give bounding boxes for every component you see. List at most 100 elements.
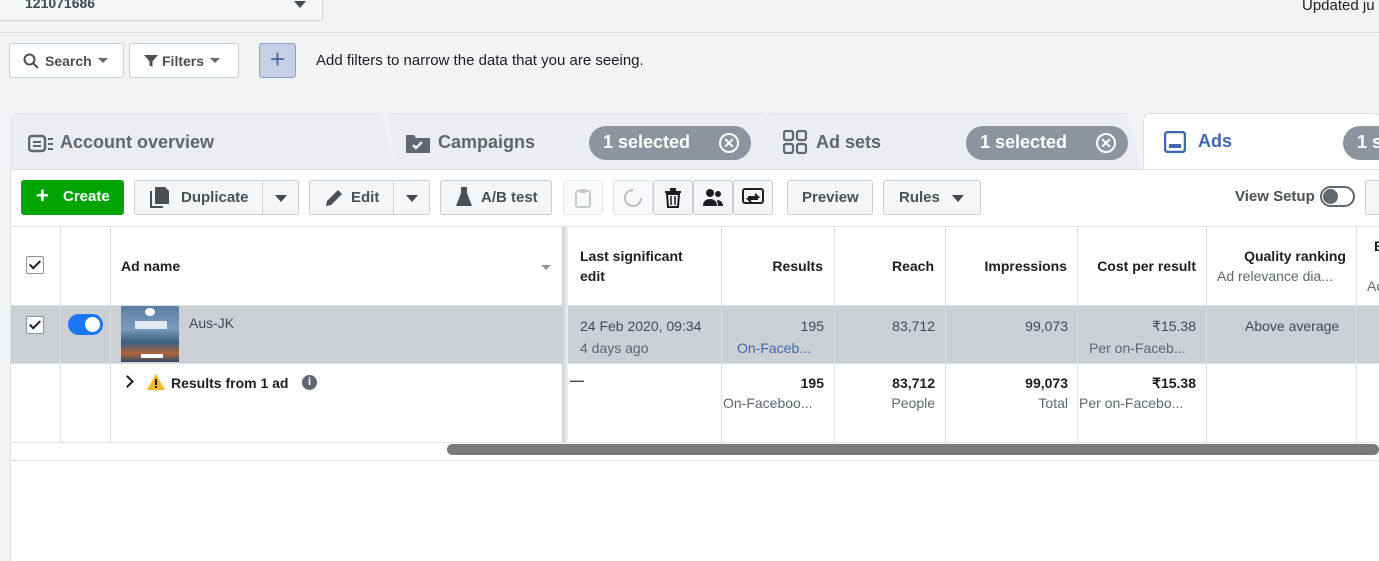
trash-icon [665, 187, 681, 208]
divider [721, 226, 722, 442]
column-header-quality-ranking[interactable]: Quality ranking [1244, 248, 1346, 264]
tab-label: Ads [1198, 131, 1233, 151]
audience-button[interactable] [693, 180, 733, 215]
filters-button[interactable]: Filters [129, 43, 239, 78]
cost-value: ₹15.38 [1152, 318, 1196, 334]
close-icon[interactable]: ✕ [719, 133, 739, 153]
ad-name[interactable]: Aus-JK [189, 315, 234, 331]
rules-label: Rules [899, 189, 940, 206]
row-checkbox[interactable] [26, 316, 44, 334]
selected-pill[interactable]: 1 selected ✕ [966, 126, 1128, 160]
compare-button[interactable] [733, 180, 773, 215]
ab-test-button[interactable]: A/B test [440, 180, 552, 215]
chevron-down-icon [210, 58, 221, 63]
search-icon [23, 53, 39, 69]
filters-label: Filters [162, 52, 205, 69]
ad-status-toggle[interactable] [68, 314, 103, 335]
divider [10, 460, 1379, 461]
compare-icon [742, 187, 764, 204]
selected-pill[interactable]: 1 s [1343, 126, 1379, 160]
select-all-checkbox[interactable] [26, 256, 44, 274]
summary-impressions-type: Total [1038, 395, 1068, 411]
frozen-column-divider [562, 226, 568, 443]
preview-label: Preview [802, 189, 859, 206]
tab-ad-sets[interactable]: Ad sets 1 selected ✕ [765, 113, 1142, 170]
toolbar-overflow-button[interactable] [1365, 180, 1379, 215]
divider [1077, 226, 1078, 442]
column-header-ad-name[interactable]: Ad name [121, 258, 180, 274]
selected-count: 1 s [1357, 132, 1379, 152]
divider [0, 32, 1379, 33]
divider [1356, 226, 1357, 442]
account-overview-icon [28, 134, 53, 153]
search-button[interactable]: Search [9, 43, 124, 78]
column-header-results[interactable]: Results [772, 258, 823, 274]
summary-reach-type: People [891, 395, 935, 411]
summary-impressions: 99,073 [1025, 375, 1068, 391]
horizontal-scrollbar[interactable] [447, 444, 1379, 455]
tab-account-overview[interactable]: Account overview [11, 113, 396, 170]
clipboard-icon [575, 188, 591, 208]
divider [1206, 226, 1207, 442]
summary-results: 195 [800, 375, 824, 391]
pencil-icon [326, 190, 342, 206]
last-edit-date: 24 Feb 2020, 09:34 [580, 318, 702, 334]
close-icon[interactable]: ✕ [1096, 133, 1116, 153]
tab-label: Ad sets [816, 132, 882, 152]
ab-test-label: A/B test [481, 189, 538, 206]
results-value: 195 [800, 318, 824, 334]
delete-button[interactable] [653, 180, 693, 215]
column-subheader-cut: Ac [1367, 278, 1379, 294]
column-header-last-edit[interactable]: Last significant [580, 248, 683, 264]
chevron-down-icon[interactable] [406, 195, 418, 202]
divider [110, 226, 111, 442]
column-subheader-quality: Ad relevance dia... [1217, 268, 1333, 284]
summary-cost: ₹15.38 [1152, 375, 1196, 391]
add-filter-button[interactable]: + [259, 43, 296, 78]
summary-last-edit: — [570, 372, 584, 388]
ad-thumbnail[interactable] [121, 306, 179, 362]
results-summary-label: Results from 1 ad [171, 375, 289, 391]
tab-ads[interactable]: Ads 1 s [1143, 113, 1379, 170]
create-button[interactable]: + Create [21, 180, 124, 215]
people-icon [703, 188, 723, 206]
chevron-down-icon [294, 1, 306, 8]
column-header-reach[interactable]: Reach [892, 258, 934, 274]
tab-label: Campaigns [438, 132, 536, 152]
rules-button[interactable]: Rules [883, 180, 981, 215]
column-header-cost-per-result[interactable]: Cost per result [1097, 258, 1196, 274]
sort-icon[interactable] [541, 265, 551, 270]
info-icon[interactable]: i [302, 375, 317, 390]
folder-check-icon [406, 135, 430, 153]
chevron-down-icon[interactable] [275, 195, 287, 202]
edit-button[interactable]: Edit [309, 180, 430, 215]
divider [10, 226, 1379, 227]
ad-icon [1164, 131, 1186, 153]
reach-value: 83,712 [892, 318, 935, 334]
warning-icon[interactable] [146, 373, 166, 391]
summary-results-type: On-Faceboo... [723, 395, 813, 411]
flask-icon [456, 187, 472, 206]
duplicate-icon [150, 187, 169, 208]
column-header-cut[interactable]: E [1374, 238, 1379, 254]
divider [10, 363, 1379, 364]
view-setup-toggle[interactable] [1320, 186, 1355, 207]
summary-cost-type: Per on-Facebo... [1079, 395, 1184, 411]
column-header-impressions[interactable]: Impressions [985, 258, 1067, 274]
divider [945, 226, 946, 442]
refresh-icon [624, 188, 642, 207]
account-selector[interactable]: 121071686 [0, 0, 323, 21]
divider [10, 305, 1379, 306]
chevron-down-icon [952, 195, 964, 202]
summary-reach: 83,712 [892, 375, 935, 391]
selected-pill[interactable]: 1 selected ✕ [589, 126, 751, 160]
clipboard-button[interactable] [563, 180, 603, 215]
tab-campaigns[interactable]: Campaigns 1 selected ✕ [388, 113, 780, 170]
last-edit-ago: 4 days ago [580, 340, 649, 356]
refresh-button[interactable] [613, 180, 653, 215]
preview-button[interactable]: Preview [787, 180, 873, 215]
column-header-last-edit-line2: edit [580, 268, 605, 284]
duplicate-button[interactable]: Duplicate [134, 180, 299, 215]
results-type-link[interactable]: On-Faceb... [737, 340, 811, 356]
search-label: Search [45, 52, 92, 69]
